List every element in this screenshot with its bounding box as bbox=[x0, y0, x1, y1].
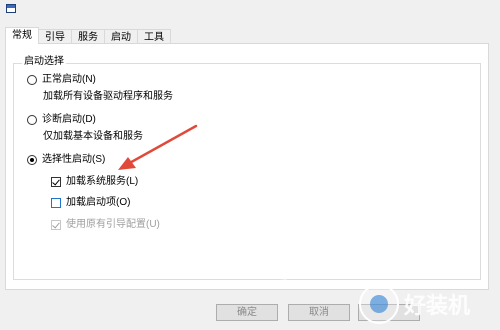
use-original-boot-config-label: 使用原有引导配置(U) bbox=[66, 219, 160, 230]
tab-services[interactable]: 服务 bbox=[71, 29, 105, 44]
diagnostic-startup-description: 仅加载基本设备和服务 bbox=[43, 131, 143, 142]
cancel-button[interactable]: 取消 bbox=[288, 304, 350, 321]
diagnostic-startup-label: 诊断启动(D) bbox=[42, 114, 96, 125]
checkmark-icon bbox=[52, 220, 60, 229]
normal-startup-radio[interactable]: 正常启动(N) bbox=[27, 74, 96, 86]
tab-boot[interactable]: 引导 bbox=[38, 29, 72, 44]
normal-startup-description: 加载所有设备驱动程序和服务 bbox=[43, 91, 173, 102]
use-original-boot-config-checkbox: 使用原有引导配置(U) bbox=[51, 219, 160, 231]
load-startup-items-checkbox[interactable]: 加载启动项(O) bbox=[51, 197, 130, 209]
selective-startup-radio-indicator[interactable] bbox=[27, 155, 37, 165]
tab-tools[interactable]: 工具 bbox=[137, 29, 171, 44]
tab-general[interactable]: 常规 bbox=[5, 27, 39, 44]
selective-startup-radio[interactable]: 选择性启动(S) bbox=[27, 154, 105, 166]
load-startup-items-checkbox-box[interactable] bbox=[51, 198, 61, 208]
tab-strip: 常规 引导 服务 启动 工具 bbox=[5, 27, 171, 44]
selective-startup-label: 选择性启动(S) bbox=[42, 154, 106, 165]
load-system-services-checkbox-box[interactable] bbox=[51, 177, 61, 187]
diagnostic-startup-radio[interactable]: 诊断启动(D) bbox=[27, 114, 96, 126]
startup-selection-title: 启动选择 bbox=[22, 56, 66, 68]
diagnostic-startup-radio-indicator[interactable] bbox=[27, 115, 37, 125]
normal-startup-radio-indicator[interactable] bbox=[27, 75, 37, 85]
ok-button[interactable]: 确定 bbox=[216, 304, 278, 321]
load-system-services-label: 加载系统服务(L) bbox=[66, 176, 139, 187]
load-startup-items-label: 加载启动项(O) bbox=[66, 197, 131, 208]
system-configuration-window: { "tabs": [ {"label": "常规", "active": tr… bbox=[0, 0, 500, 330]
use-original-boot-config-checkbox-box bbox=[51, 220, 61, 230]
load-system-services-checkbox[interactable]: 加载系统服务(L) bbox=[51, 176, 138, 188]
app-icon bbox=[6, 4, 16, 13]
checkmark-icon bbox=[52, 177, 60, 186]
tab-startup[interactable]: 启动 bbox=[104, 29, 138, 44]
normal-startup-label: 正常启动(N) bbox=[42, 74, 96, 85]
apply-button[interactable] bbox=[358, 304, 420, 321]
